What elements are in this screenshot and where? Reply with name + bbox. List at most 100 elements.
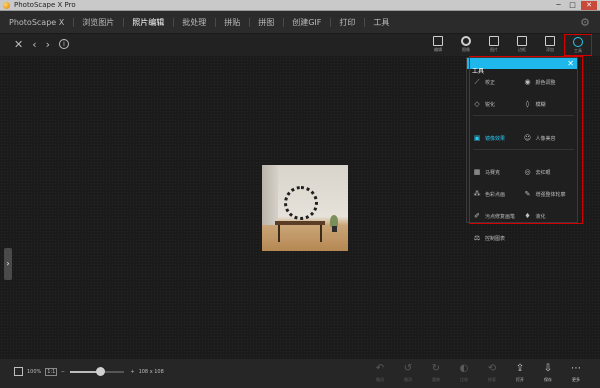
- bottom-action-button[interactable]: ◐ 比较: [450, 362, 478, 383]
- tool-item-label: 模糊: [535, 101, 546, 108]
- tool-item-label: 颜色调整: [535, 79, 556, 86]
- close-icon[interactable]: ✕: [567, 58, 574, 69]
- image-icon: [489, 36, 499, 46]
- tab-8[interactable]: 工具: [364, 11, 398, 34]
- tool-item-icon: ✎: [524, 190, 531, 198]
- bottom-action-icon: ⇪: [515, 363, 525, 374]
- photo-wall: [262, 165, 278, 225]
- close-window-button[interactable]: ✕: [581, 1, 597, 10]
- tab-1[interactable]: 浏览图片: [73, 11, 123, 34]
- bottom-action-icon: ↶: [375, 363, 385, 374]
- tool-item-label: 锐化: [485, 101, 496, 108]
- tool-item-label: 液化: [535, 213, 546, 220]
- tool-item-icon: ◎: [524, 168, 531, 176]
- tool-item-icon: ◊: [525, 100, 530, 108]
- tool-tab-4[interactable]: 添加: [536, 34, 564, 56]
- tool-tab-0[interactable]: 编辑: [424, 34, 452, 56]
- tool-item[interactable]: ◎ 去红眼: [524, 167, 575, 177]
- image-navigation: ✕ ‹ › i: [14, 38, 70, 51]
- tool-tab-label: 添加: [546, 47, 554, 52]
- tab-4[interactable]: 拼贴: [215, 11, 249, 34]
- actual-size-button[interactable]: 1:1: [45, 367, 58, 376]
- tool-item-icon: ◉: [524, 78, 531, 86]
- main-tab-bar: PhotoScape X 浏览图片 照片编辑 批处理 拼贴 拼图 创建GIF 打印 工具 ⚙: [0, 11, 600, 34]
- bottom-action-button[interactable]: ⋯ 更多: [562, 362, 590, 383]
- bottom-action-icon: ↻: [431, 363, 441, 374]
- tool-item[interactable]: ◇ 锐化: [473, 99, 524, 109]
- side-panel-toggle[interactable]: ›: [4, 248, 12, 280]
- tool-tab-5[interactable]: 工具: [564, 34, 592, 56]
- fit-screen-icon[interactable]: [14, 367, 23, 376]
- tool-item-icon: ▦: [473, 168, 481, 176]
- tab-7[interactable]: 打印: [330, 11, 364, 34]
- tab-6[interactable]: 创建GIF: [283, 11, 330, 34]
- zoom-slider[interactable]: [70, 366, 125, 376]
- edit-icon: [433, 36, 443, 46]
- tool-item[interactable]: ☺ 人像美容: [524, 133, 575, 143]
- chevron-left-icon[interactable]: ‹: [32, 38, 36, 51]
- tab-3[interactable]: 批处理: [173, 11, 215, 34]
- title-bar: PhotoScape X Pro ─ □ ✕: [0, 0, 600, 11]
- bottom-action-label: 撤消: [404, 377, 412, 382]
- tool-item-icon: ▣: [473, 134, 481, 142]
- tool-item-icon: ⁂: [473, 190, 481, 198]
- zoom-in-icon[interactable]: +: [130, 369, 134, 375]
- bottom-action-button[interactable]: ⟲ 恢复: [478, 362, 506, 383]
- tools-panel: 工具 ✕ ⟋ 校正 ◉ 颜色调整 ◇ 锐化 ◊ 模糊 ▣ 镜像效果 ☺ 人像美容 ▦ 马赛克 ◎ 去红眼 ⁂ 色彩…: [466, 57, 578, 242]
- zoom-slider-thumb[interactable]: [96, 366, 106, 376]
- tool-item[interactable]: ▣ 镜像效果: [473, 133, 524, 143]
- tool-tab-3[interactable]: 边框: [508, 34, 536, 56]
- minimize-button[interactable]: ─: [553, 1, 564, 10]
- panel-divider: [473, 149, 574, 150]
- zoom-controls: 100% 1:1 ─ + 108 x 108: [14, 366, 164, 376]
- palette-icon: [573, 37, 583, 47]
- tool-item[interactable]: ◊ 模糊: [524, 99, 575, 109]
- chevron-right-icon[interactable]: ›: [46, 38, 50, 51]
- circle-icon: [461, 36, 471, 46]
- tool-item[interactable]: ✎ 增强整体轮廓: [524, 189, 575, 199]
- tool-item-icon: ✐: [474, 212, 480, 220]
- bottom-action-label: 重做: [432, 377, 440, 382]
- tool-item[interactable]: ⁂ 色彩点画: [473, 189, 524, 199]
- tool-item[interactable]: ♦ 液化: [524, 211, 575, 221]
- tool-item[interactable]: ⚖ 控制图表: [473, 233, 524, 243]
- zoom-percent[interactable]: 100%: [27, 369, 41, 375]
- bottom-action-icon: ◐: [459, 363, 469, 374]
- tool-item[interactable]: ▦ 马赛克: [473, 167, 524, 177]
- tool-item[interactable]: ⟋ 校正: [473, 77, 524, 87]
- tools-panel-grid: ⟋ 校正 ◉ 颜色调整 ◇ 锐化 ◊ 模糊 ▣ 镜像效果 ☺ 人像美容 ▦ 马赛克 ◎ 去红眼 ⁂ 色彩点画 ✎ 增强…: [467, 69, 577, 243]
- tool-item-label: 去红眼: [535, 169, 551, 176]
- frame-icon: [517, 36, 527, 46]
- bottom-action-label: 撤消: [376, 377, 384, 382]
- bottom-action-button[interactable]: ↶ 撤消: [366, 362, 394, 383]
- tool-tab-label: 边框: [518, 47, 526, 52]
- tab-5[interactable]: 拼图: [249, 11, 283, 34]
- tool-tab-2[interactable]: 图片: [480, 34, 508, 56]
- bottom-action-label: 更多: [572, 377, 580, 382]
- tool-item[interactable]: ◉ 颜色调整: [524, 77, 575, 87]
- tool-tab-label: 图像: [462, 47, 470, 52]
- tool-tab-label: 编辑: [434, 47, 442, 52]
- bottom-action-button[interactable]: ↺ 撤消: [394, 362, 422, 383]
- tool-item-icon: ♦: [524, 212, 531, 220]
- info-icon[interactable]: i: [59, 39, 70, 49]
- maximize-button[interactable]: □: [567, 1, 578, 10]
- tool-tab-label: 工具: [574, 48, 582, 53]
- tab-0[interactable]: PhotoScape X: [0, 11, 73, 34]
- bottom-action-button[interactable]: ↻ 重做: [422, 362, 450, 383]
- bottom-action-icon: ⟲: [487, 363, 497, 374]
- zoom-out-icon[interactable]: ─: [61, 369, 64, 375]
- close-icon[interactable]: ✕: [14, 38, 23, 51]
- bottom-action-button[interactable]: ⇩ 保存: [534, 362, 562, 383]
- bottom-action-icon: ↺: [403, 363, 413, 374]
- panel-divider: [473, 115, 574, 116]
- bottom-bar: 100% 1:1 ─ + 108 x 108 ↶ 撤消 ↺ 撤消 ↻ 重做 ◐ 比较 ⟲ 恢复 ⇪ 打…: [0, 358, 600, 388]
- bottom-action-label: 保存: [544, 377, 552, 382]
- tool-tab-1[interactable]: 图像: [452, 34, 480, 56]
- tab-2[interactable]: 照片编辑: [123, 11, 173, 34]
- tool-item[interactable]: ✐ 污点修复画笔: [473, 211, 524, 221]
- tool-item-icon: ⚖: [473, 234, 481, 242]
- bottom-action-button[interactable]: ⇪ 打开: [506, 362, 534, 383]
- settings-gear-icon[interactable]: ⚙: [580, 16, 590, 29]
- edited-photo[interactable]: [262, 165, 348, 251]
